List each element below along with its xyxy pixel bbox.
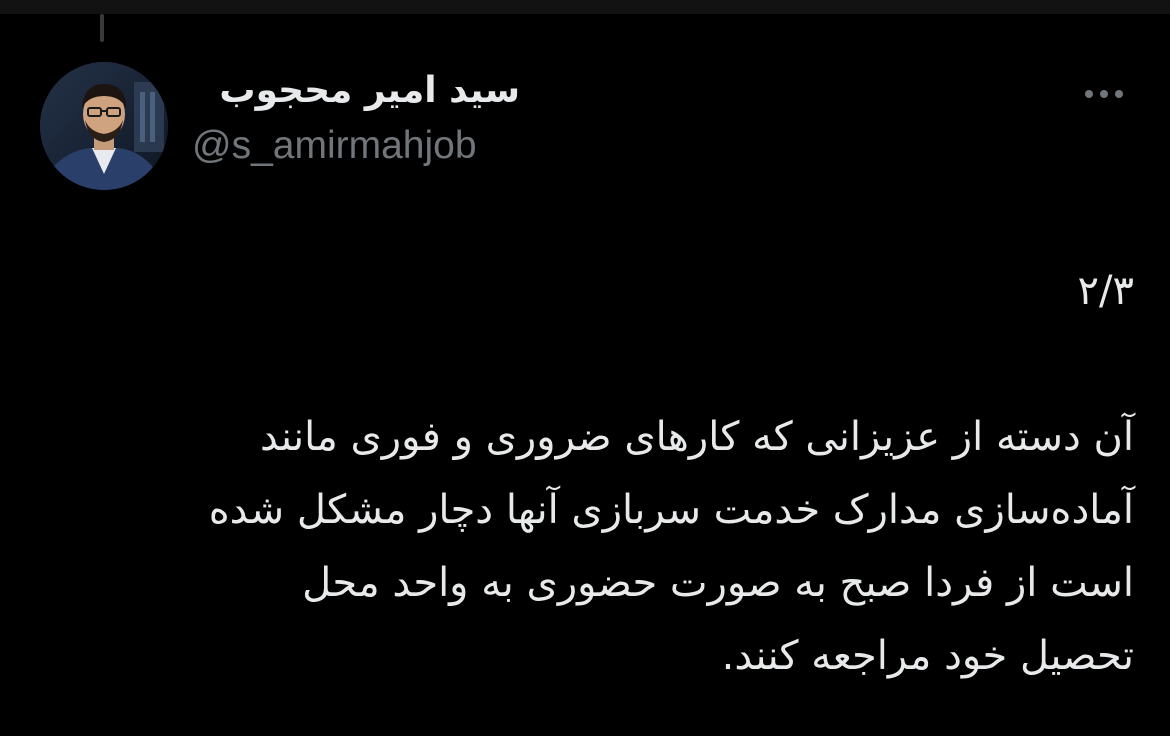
top-strip [0, 0, 1170, 14]
thread-counter: ۲/۳ [1077, 268, 1134, 314]
avatar[interactable] [40, 62, 168, 190]
author-display-name[interactable]: سید امیر محجوب [219, 70, 520, 111]
tweet-text: آن دسته از عزیزانی که کارهای ضروری و فور… [208, 414, 1134, 679]
tweet-body: ۲/۳ آن دسته از عزیزانی که کارهای ضروری و… [54, 255, 1134, 693]
more-horizontal-icon [1085, 90, 1123, 98]
more-options-button[interactable] [1080, 80, 1128, 108]
author-handle[interactable]: @s_amirmahjob [192, 124, 477, 168]
top-divider-tick [100, 14, 104, 42]
profile-photo-icon [40, 62, 168, 190]
